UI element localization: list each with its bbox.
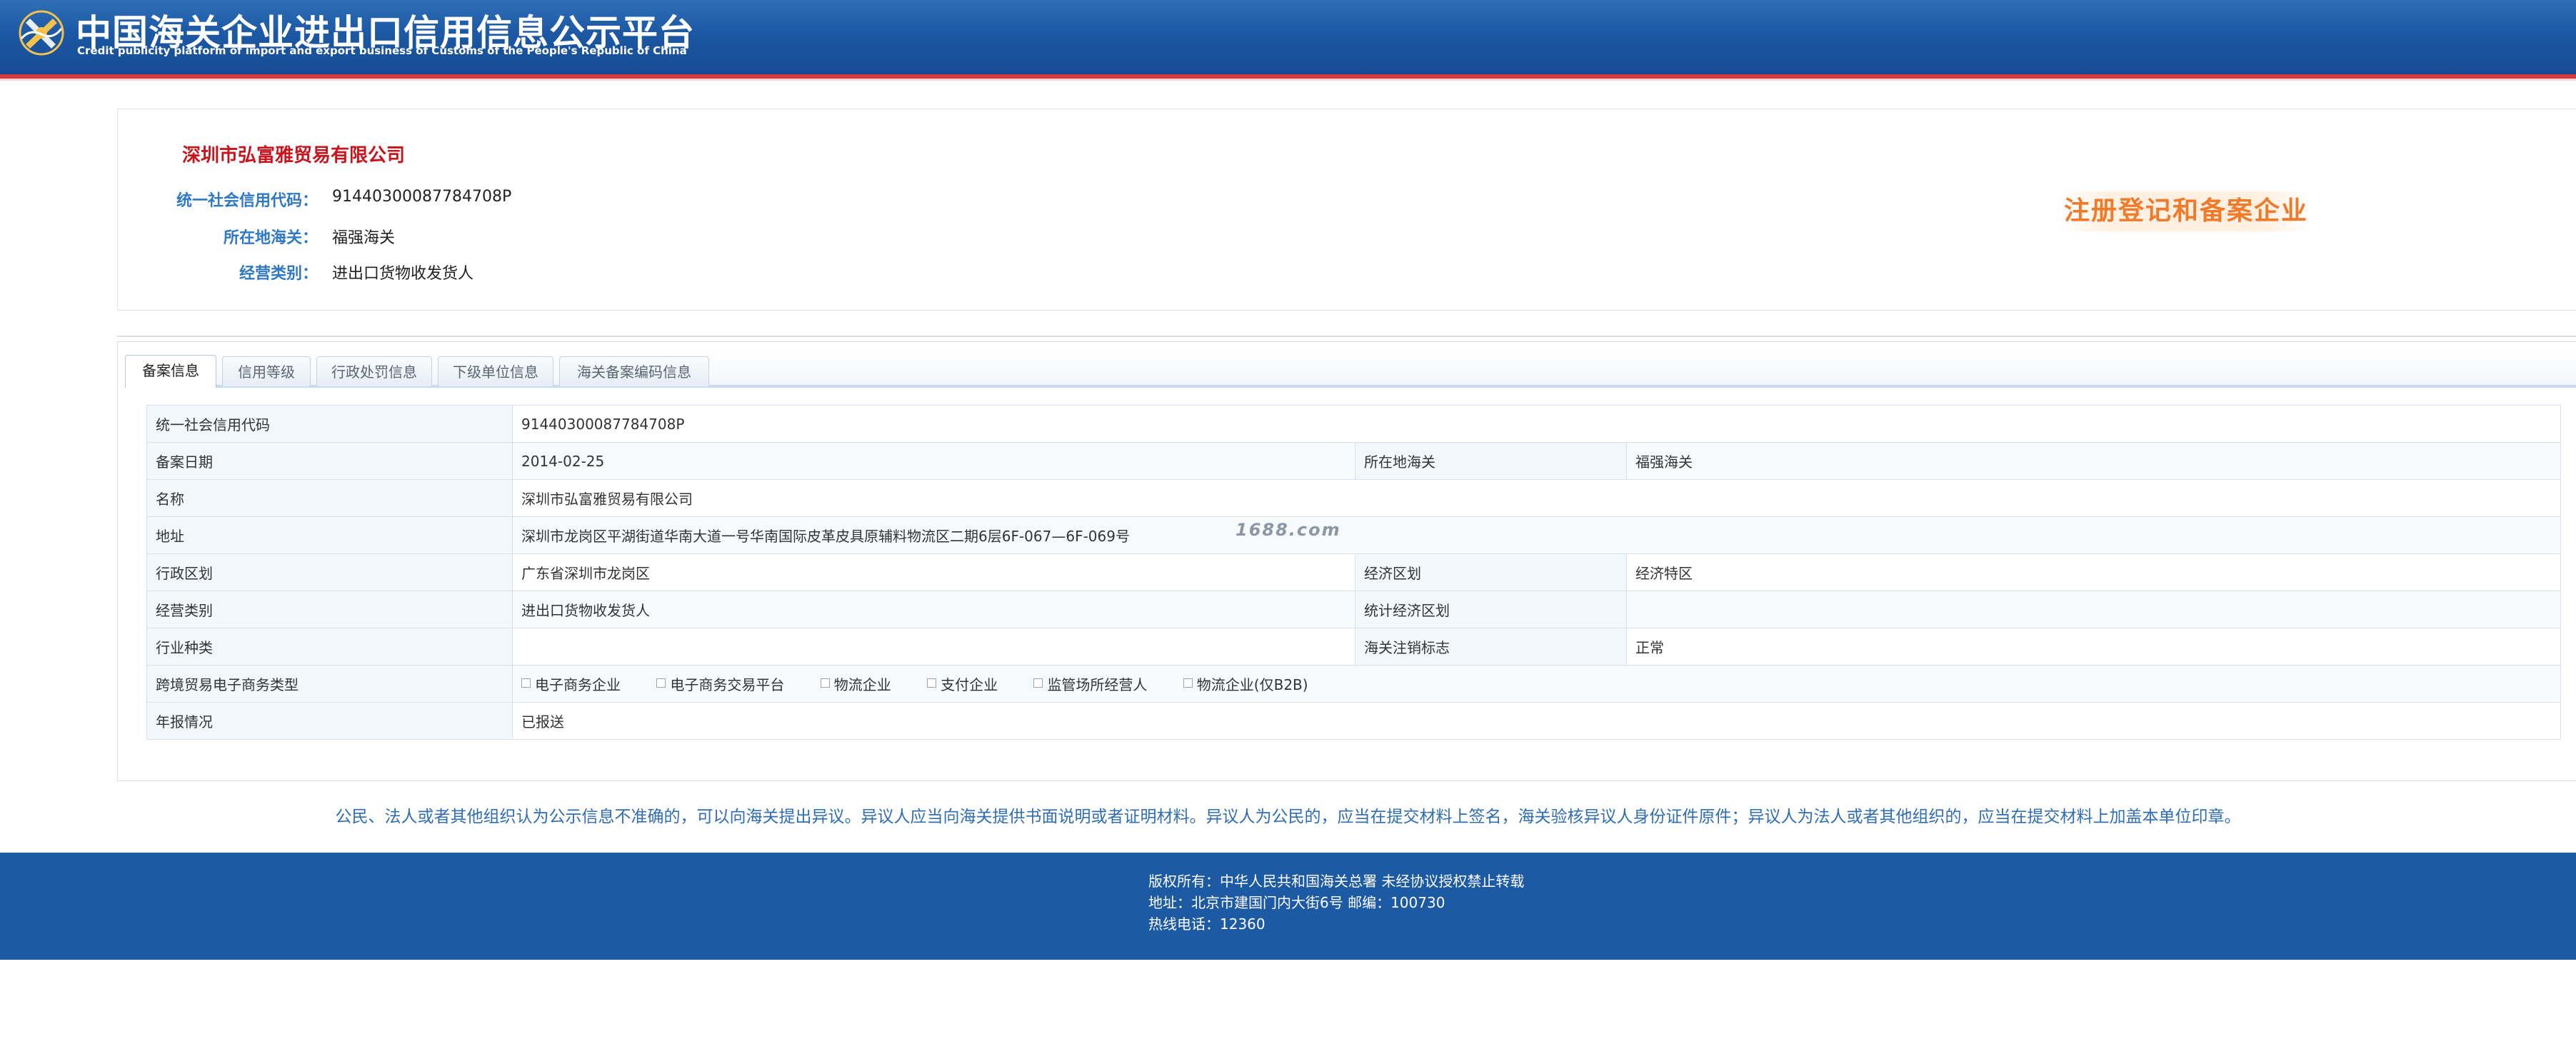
admin-region-label: 行政区划	[146, 553, 513, 591]
company-name: 深圳市弘富雅贸易有限公司	[182, 145, 406, 166]
ecommerce-option[interactable]: 电子商务交易平台	[656, 673, 784, 694]
record-info-table: 统一社会信用代码 91440300087784708P 备案日期 2014-02…	[146, 405, 2562, 740]
address-label: 地址	[146, 516, 513, 554]
ecommerce-option[interactable]: 物流企业	[820, 673, 891, 694]
econ-region-value: 经济特区	[1625, 553, 2562, 591]
cancel-flag-value: 正常	[1625, 628, 2562, 666]
industry-value	[512, 628, 1355, 666]
footer-hotline: 热线电话：12360	[1148, 915, 1266, 933]
checkbox[interactable]	[927, 678, 937, 688]
table-row: 经营类别 进出口货物收发货人 统计经济区划	[146, 591, 2562, 628]
table-row: 地址 深圳市龙岗区平湖街道华南大道一号华南国际皮革皮具原辅料物流区二期6层6F-…	[146, 516, 2562, 554]
business-category-label: 经营类别：	[239, 265, 318, 283]
tab-customs-codes[interactable]: 海关备案编码信息	[559, 356, 709, 386]
stat-region-value	[1625, 591, 2562, 628]
table-row: 跨境贸易电子商务类型 电子商务企业 电子商务交易平台 物流企业 支付企业 监管场…	[146, 665, 2562, 703]
tab-record-info[interactable]: 备案信息	[125, 355, 216, 388]
section-divider	[117, 336, 2576, 337]
table-row: 行政区划 广东省深圳市龙岗区 经济区划 经济特区	[146, 553, 2562, 591]
table-row: 名称 深圳市弘富雅贸易有限公司	[146, 479, 2562, 517]
checkbox[interactable]	[820, 678, 830, 688]
customs-value: 福强海关	[332, 229, 396, 247]
credit-code-value: 91440300087784708P	[511, 405, 2562, 443]
customs-emblem-icon	[19, 10, 64, 56]
site-subtitle: Credit publicity platform of import and …	[77, 44, 687, 57]
econ-region-label: 经济区划	[1355, 553, 1627, 591]
table-row: 行业种类 海关注销标志 正常	[146, 628, 2562, 666]
table-row: 统一社会信用代码 91440300087784708P	[146, 405, 2562, 443]
customs-label: 所在地海关	[1355, 442, 1627, 480]
ecommerce-type-options: 电子商务企业 电子商务交易平台 物流企业 支付企业 监管场所经营人 物流企业(仅…	[511, 665, 2562, 703]
ecommerce-option[interactable]: 物流企业(仅B2B)	[1183, 673, 1308, 694]
table-row: 年报情况 已报送	[146, 702, 2562, 740]
address-value: 深圳市龙岗区平湖街道华南大道一号华南国际皮革皮具原辅料物流区二期6层6F-067…	[511, 516, 2562, 554]
business-category-label: 经营类别	[146, 591, 513, 628]
table-row: 备案日期 2014-02-25 所在地海关 福强海关	[146, 442, 2562, 480]
ecommerce-option[interactable]: 电子商务企业	[521, 673, 621, 694]
annual-report-value: 已报送	[511, 702, 2562, 740]
business-category-value: 进出口货物收发货人	[512, 591, 1355, 628]
customs-value: 福强海关	[1625, 442, 2562, 480]
tab-penalty-info[interactable]: 行政处罚信息	[316, 356, 432, 386]
ecommerce-option[interactable]: 监管场所经营人	[1033, 673, 1147, 694]
annual-report-label: 年报情况	[146, 702, 513, 740]
site-footer: 版权所有：中华人民共和国海关总署 未经协议授权禁止转载 地址：北京市建国门内大街…	[0, 853, 2576, 960]
checkbox[interactable]	[521, 678, 531, 688]
checkbox[interactable]	[1183, 678, 1193, 688]
ecommerce-type-label: 跨境贸易电子商务类型	[146, 665, 513, 703]
credit-code-label: 统一社会信用代码	[146, 405, 513, 443]
business-category-value: 进出口货物收发货人	[332, 265, 474, 283]
credit-code-label: 统一社会信用代码：	[176, 192, 318, 210]
tab-subordinate-units[interactable]: 下级单位信息	[438, 356, 553, 386]
customs-label: 所在地海关：	[223, 229, 318, 247]
cancel-flag-label: 海关注销标志	[1355, 628, 1627, 666]
objection-notice: 公民、法人或者其他组织认为公示信息不准确的，可以向海关提出异议。异议人应当向海关…	[335, 808, 2241, 826]
footer-copyright: 版权所有：中华人民共和国海关总署 未经协议授权禁止转载	[1148, 873, 1525, 890]
tab-bar: 备案信息 信用等级 行政处罚信息 下级单位信息 海关备案编码信息	[125, 352, 2576, 388]
footer-address: 地址：北京市建国门内大街6号 邮编：100730	[1148, 894, 1445, 911]
registration-status-stamp: 注册登记和备案企业	[2063, 191, 2310, 231]
header-divider-light	[0, 79, 2576, 81]
credit-code-value: 91440300087784708P	[332, 188, 512, 206]
tab-credit-rating[interactable]: 信用等级	[222, 356, 311, 386]
tab-section: 备案信息 信用等级 行政处罚信息 下级单位信息 海关备案编码信息 统一社会信用代…	[117, 341, 2576, 781]
checkbox[interactable]	[656, 678, 666, 688]
admin-region-value: 广东省深圳市龙岗区	[512, 553, 1355, 591]
watermark: 1688.com	[1236, 520, 1341, 540]
industry-label: 行业种类	[146, 628, 513, 666]
site-header: 中国海关企业进出口信用信息公示平台 Credit publicity platf…	[0, 0, 2576, 74]
ecommerce-option[interactable]: 支付企业	[927, 673, 998, 694]
record-date-label: 备案日期	[146, 442, 513, 480]
name-value: 深圳市弘富雅贸易有限公司	[511, 479, 2562, 517]
record-date-value: 2014-02-25	[512, 442, 1355, 480]
name-label: 名称	[146, 479, 513, 517]
stat-region-label: 统计经济区划	[1355, 591, 1627, 628]
checkbox[interactable]	[1033, 678, 1043, 688]
